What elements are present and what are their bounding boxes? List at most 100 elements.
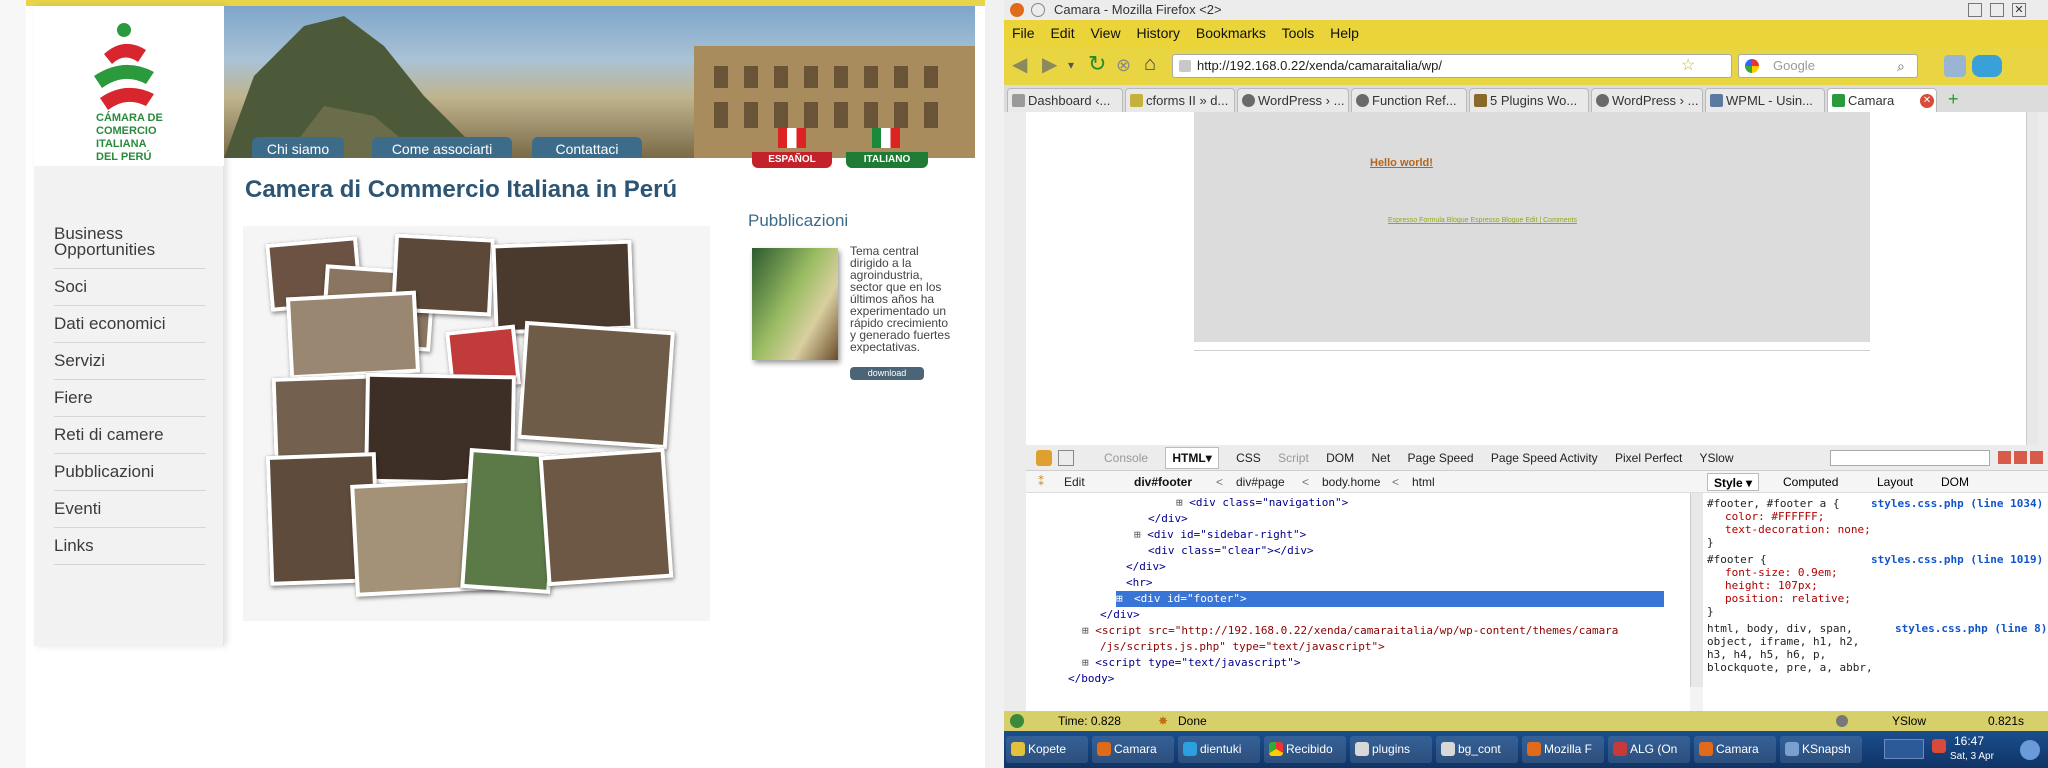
task-dientuki[interactable]: dientuki bbox=[1178, 736, 1260, 763]
tab-yslow[interactable]: YSlow bbox=[1699, 451, 1733, 465]
tab-wordpress-1[interactable]: WordPress › ... bbox=[1237, 88, 1349, 112]
nav-tab-come-associarti[interactable]: Come associarti bbox=[372, 137, 512, 158]
post-meta-links[interactable]: Espresso Formula Blogue Espresso Blogue … bbox=[1388, 216, 1577, 226]
task-ksnapshot[interactable]: KSnapsh bbox=[1780, 736, 1862, 763]
forward-icon[interactable]: ▶ bbox=[1042, 55, 1057, 75]
sidebar-item-soci[interactable]: Soci bbox=[54, 269, 206, 306]
sidebar-item-business[interactable]: Business Opportunities bbox=[54, 224, 206, 269]
url-bar[interactable]: http://192.168.0.22/xenda/camaraitalia/w… bbox=[1172, 54, 1732, 78]
firebug-status-icon[interactable]: ✸ bbox=[1158, 711, 1168, 731]
tab-5-plugins[interactable]: 5 Plugins Wo... bbox=[1469, 88, 1589, 112]
nav-tab-chi-siamo[interactable]: Chi siamo bbox=[252, 137, 344, 158]
menu-file[interactable]: File bbox=[1012, 25, 1035, 41]
task-camara-1[interactable]: Camara bbox=[1092, 736, 1174, 763]
close-tab-icon[interactable]: ✕ bbox=[1920, 94, 1934, 108]
tree-node[interactable]: ⊞ <script type="text/javascript"> bbox=[1082, 655, 1301, 671]
post-title-link[interactable]: Hello world! bbox=[1370, 156, 1433, 170]
tree-node[interactable]: </div> bbox=[1100, 607, 1140, 623]
tab-dashboard[interactable]: Dashboard ‹... bbox=[1007, 88, 1123, 112]
tab-wordpress-2[interactable]: WordPress › ... bbox=[1591, 88, 1703, 112]
yslow-status[interactable]: YSlow bbox=[1892, 711, 1926, 731]
pin-icon[interactable] bbox=[1031, 3, 1045, 17]
sidebar-item-dati[interactable]: Dati economici bbox=[54, 306, 206, 343]
tree-node[interactable]: <div class="clear"></div> bbox=[1148, 543, 1314, 559]
nav-tab-contattaci[interactable]: Contattaci bbox=[532, 137, 642, 158]
page-scrollbar[interactable] bbox=[2026, 112, 2038, 445]
tab-css[interactable]: CSS bbox=[1236, 451, 1261, 465]
tray-icon[interactable] bbox=[1932, 739, 1946, 753]
breadcrumb-page[interactable]: div#page bbox=[1236, 471, 1285, 493]
sidebar-item-eventi[interactable]: Eventi bbox=[54, 491, 206, 528]
tree-node[interactable]: ⊞ <div class="navigation"> bbox=[1176, 495, 1348, 511]
css-rule[interactable]: text-decoration: none; bbox=[1725, 523, 1871, 536]
pager-icon[interactable] bbox=[1884, 739, 1924, 759]
kde-menu-icon[interactable] bbox=[2020, 740, 2040, 760]
minimize-icon[interactable] bbox=[1968, 3, 1982, 17]
menu-bookmarks[interactable]: Bookmarks bbox=[1196, 25, 1266, 41]
task-camara-2[interactable]: Camara bbox=[1694, 736, 1776, 763]
menu-help[interactable]: Help bbox=[1330, 25, 1359, 41]
peru-flag-icon[interactable] bbox=[778, 128, 806, 148]
sidebar-item-pubblicazioni[interactable]: Pubblicazioni bbox=[54, 454, 206, 491]
home-icon[interactable]: ⌂ bbox=[1144, 54, 1156, 74]
menu-edit[interactable]: Edit bbox=[1050, 25, 1074, 41]
addon-icon[interactable] bbox=[1944, 55, 1966, 77]
task-recibido[interactable]: Recibido bbox=[1264, 736, 1346, 763]
tree-node[interactable]: ⊞ <script src="http://192.168.0.22/xenda… bbox=[1082, 623, 1618, 639]
tree-node[interactable]: <hr> bbox=[1126, 575, 1153, 591]
breadcrumb-body[interactable]: body.home bbox=[1322, 471, 1380, 493]
tab-page-speed-activity[interactable]: Page Speed Activity bbox=[1491, 451, 1598, 465]
search-box[interactable]: Google ⌕ bbox=[1738, 54, 1918, 78]
tree-node[interactable]: </div> bbox=[1126, 559, 1166, 575]
css-source-link[interactable]: styles.css.php (line 8) bbox=[1895, 622, 2047, 635]
firebug-icon[interactable] bbox=[1036, 450, 1052, 466]
firebug-close-icon[interactable] bbox=[2030, 451, 2043, 464]
css-rule[interactable]: font-size: 0.9em; bbox=[1725, 566, 1838, 579]
tab-pixel-perfect[interactable]: Pixel Perfect bbox=[1615, 451, 1682, 465]
tab-wpml[interactable]: WPML - Usin... bbox=[1705, 88, 1825, 112]
tab-page-speed[interactable]: Page Speed bbox=[1408, 451, 1474, 465]
menu-tools[interactable]: Tools bbox=[1282, 25, 1315, 41]
bookmark-star-icon[interactable]: ☆ bbox=[1681, 56, 1695, 76]
tab-net[interactable]: Net bbox=[1371, 451, 1390, 465]
tree-node[interactable]: </body> bbox=[1068, 671, 1114, 687]
css-source-link[interactable]: styles.css.php (line 1034) bbox=[1871, 497, 2043, 510]
menu-view[interactable]: View bbox=[1090, 25, 1120, 41]
status-icon[interactable] bbox=[1010, 714, 1024, 728]
task-mozilla[interactable]: Mozilla F bbox=[1522, 736, 1604, 763]
task-bg-cont[interactable]: bg_cont bbox=[1436, 736, 1518, 763]
publication-cover[interactable] bbox=[752, 248, 838, 360]
tab-dom[interactable]: DOM bbox=[1326, 451, 1354, 465]
firebug-min-icon[interactable] bbox=[1998, 451, 2011, 464]
selected-row[interactable]: ⊞ <div id="footer"> bbox=[1116, 591, 1664, 607]
tab-style[interactable]: Style ▾ bbox=[1707, 473, 1760, 491]
css-source-link[interactable]: styles.css.php (line 1019) bbox=[1871, 553, 2043, 566]
new-tab-icon[interactable]: + bbox=[1948, 88, 1959, 110]
lang-italiano-button[interactable]: ITALIANO bbox=[846, 152, 928, 168]
lang-espanol-button[interactable]: ESPAÑOL bbox=[752, 152, 832, 168]
addon-status-icon[interactable] bbox=[1836, 715, 1848, 727]
tab-dom-side[interactable]: DOM bbox=[1941, 471, 1969, 493]
tab-camara[interactable]: Camara ✕ bbox=[1827, 88, 1937, 113]
close-icon[interactable]: ✕ bbox=[2012, 3, 2026, 17]
tree-node[interactable]: </div> bbox=[1148, 511, 1188, 527]
breadcrumb-html[interactable]: html bbox=[1412, 471, 1435, 493]
tab-html[interactable]: HTML▾ bbox=[1165, 447, 1219, 469]
css-rule[interactable]: position: relative; bbox=[1725, 592, 1851, 605]
tab-function-ref[interactable]: Function Ref... bbox=[1351, 88, 1467, 112]
reload-icon[interactable]: ↻ bbox=[1088, 53, 1106, 75]
google-icon[interactable] bbox=[1745, 59, 1759, 73]
tab-cforms[interactable]: cforms II » d... bbox=[1125, 88, 1235, 112]
sidebar-item-servizi[interactable]: Servizi bbox=[54, 343, 206, 380]
tree-node[interactable]: ⊞ <div id="sidebar-right"> bbox=[1134, 527, 1306, 543]
skype-icon[interactable] bbox=[1972, 55, 2002, 77]
clock-time[interactable]: 16:47 bbox=[1954, 733, 1984, 749]
break-icon[interactable]: ⁑ bbox=[1038, 471, 1044, 493]
tree-node[interactable]: /js/scripts.js.php" type="text/javascrip… bbox=[1100, 639, 1385, 655]
firebug-search-input[interactable] bbox=[1830, 450, 1990, 466]
download-button[interactable]: download bbox=[850, 367, 924, 380]
task-alg[interactable]: ALG (On bbox=[1608, 736, 1690, 763]
breadcrumb-footer[interactable]: div#footer bbox=[1134, 471, 1192, 493]
task-kopete[interactable]: Kopete bbox=[1006, 736, 1088, 763]
css-rule[interactable]: height: 107px; bbox=[1725, 579, 1818, 592]
